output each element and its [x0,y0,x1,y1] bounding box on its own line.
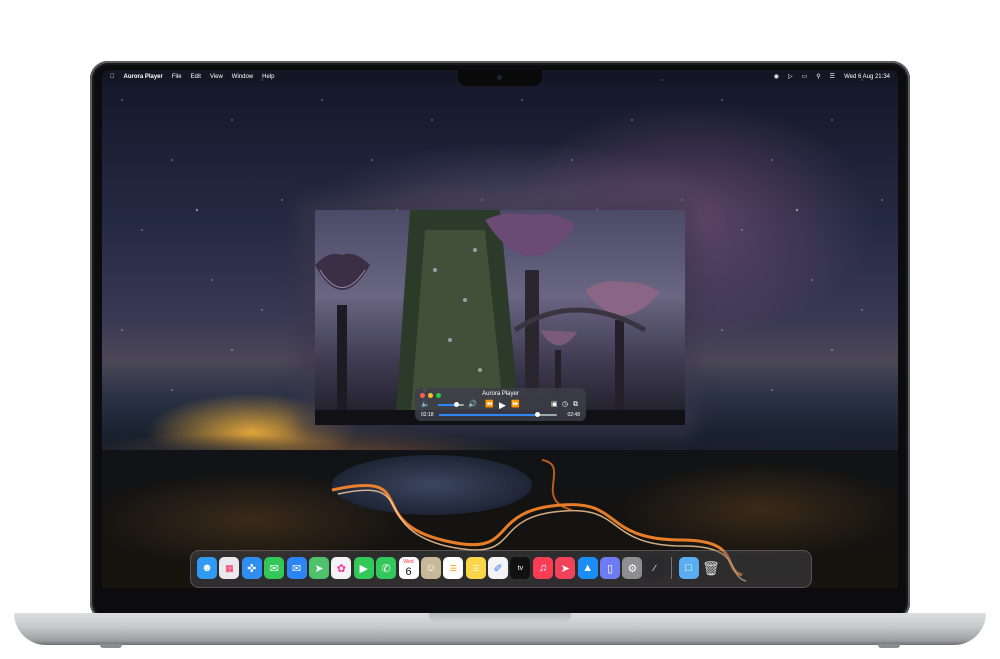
picture-in-picture-icon[interactable]: ⧉ [573,400,578,410]
music-icon[interactable]: ♫ [532,557,553,579]
menu-view[interactable]: View [210,70,223,84]
airplay-icon[interactable]: ▣ [551,400,558,410]
dock-separator [671,557,673,579]
facetime-icon[interactable]: ▶ [353,557,374,579]
menu-app-name[interactable]: Aurora Player [124,70,163,84]
progress-knob[interactable] [534,412,540,417]
freeform-icon[interactable]: ✐ [488,557,509,579]
apple-tv-label: tv [517,564,524,572]
app-store-icon[interactable]: ▲ [577,557,598,579]
maps-icon[interactable]: ➤ [308,557,329,579]
remaining-time: 02:48 [567,412,580,418]
rocket-icon[interactable]: ➤ [555,557,576,579]
apple-tv-icon[interactable]: tv [510,557,531,579]
laptop-foot-left [100,644,122,648]
menu-window[interactable]: Window [232,70,253,84]
trash-icon[interactable]: 🗑 [701,557,721,579]
control-center-icon[interactable]: ☰ [830,70,835,84]
calendar-month: Wed [403,558,414,565]
launchpad-icon[interactable]: ▦ [219,557,240,579]
rewind-icon[interactable]: ⏪ [485,400,494,410]
progress-bar[interactable] [439,412,557,417]
screen-record-icon[interactable]: ◉ [774,70,779,84]
volume-up-icon[interactable]: 🔊 [468,400,477,410]
calendar-icon[interactable]: Wed 6 [398,557,419,579]
downloads-folder-icon[interactable]: □ [678,557,699,579]
play-icon[interactable]: ▷ [788,70,793,84]
apple-icon[interactable]:  [110,70,115,84]
volume-slider[interactable] [438,402,464,407]
settings-icon[interactable]: ⚙ [622,557,643,579]
desktop-screen:  Aurora Player File Edit View Window He… [102,70,898,588]
control-row: 🔈 🔊 ⏪ ▶ ⏩ ▣ ◷ ⧉ [421,400,580,410]
notes-icon[interactable]: ☰ [465,557,486,579]
player-title: Aurora Player [482,391,519,397]
calendar-day: 6 [405,565,412,578]
messages-icon[interactable]: ✉ [264,557,285,579]
laptop-foot-right [878,644,900,648]
progress-fill [439,414,537,416]
phone-icon[interactable]: ✆ [376,557,397,579]
camera-notch [458,70,542,86]
menu-edit[interactable]: Edit [191,70,201,84]
fast-forward-icon[interactable]: ⏩ [511,400,520,410]
player-controls: Aurora Player 🔈 🔊 ⏪ ▶ ⏩ ▣ ◷ ⧉ 02:18 02:4… [415,388,586,421]
contacts-icon[interactable]: ☺ [420,557,441,579]
battery-icon[interactable]: ▭ [802,70,808,84]
finder-icon[interactable]: ☻ [197,557,217,579]
speed-icon[interactable]: ◷ [562,400,568,410]
menu-help[interactable]: Help [262,70,274,84]
mail-icon[interactable]: ✉ [286,557,307,579]
menu-datetime[interactable]: Wed 6 Aug 21:34 [844,70,890,84]
laptop-opening-notch [429,613,571,623]
volume-knob[interactable] [454,402,460,407]
simulator-icon[interactable]: ▯ [600,557,621,579]
play-icon[interactable]: ▶ [499,400,506,410]
volume-icon[interactable]: 🔈 [421,400,430,410]
search-icon[interactable]: ⚲ [816,70,820,84]
reminders-icon[interactable]: ☰ [443,557,464,579]
elapsed-time: 02:18 [421,412,434,418]
camera-icon [497,75,502,80]
safari-icon[interactable]: ✜ [241,557,262,579]
script-icon[interactable]: ∕ [644,557,665,579]
dock-icons: ☻ ▦ ✜ ✉ ✉ ➤ ✿ ▶ ✆ Wed 6 ☺ ☰ ☰ ✐ tv ♫ ➤ ▲… [197,557,721,579]
dock: ☻ ▦ ✜ ✉ ✉ ➤ ✿ ▶ ✆ Wed 6 ☺ ☰ ☰ ✐ tv ♫ ➤ ▲… [190,550,812,588]
photos-icon[interactable]: ✿ [331,557,352,579]
menu-file[interactable]: File [172,70,182,84]
